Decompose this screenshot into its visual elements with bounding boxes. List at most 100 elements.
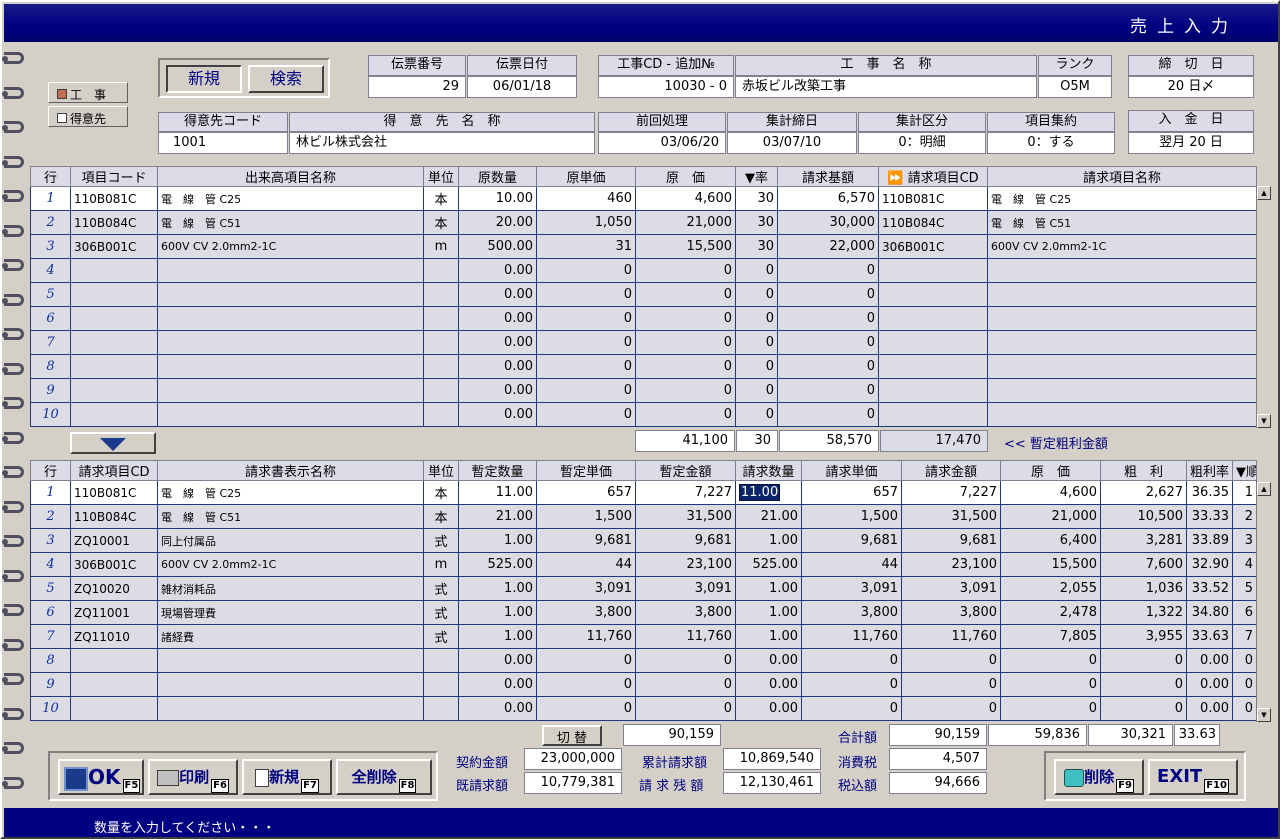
g2-cell[interactable]: 11,760	[801, 624, 902, 649]
g1-cell[interactable]: 0	[536, 330, 636, 355]
g1-cell[interactable]: 0	[635, 378, 736, 403]
g2-cell[interactable]: 306B001C	[70, 552, 158, 577]
g2-header[interactable]: 請求金額	[901, 460, 1001, 481]
g2-cell[interactable]: 式	[423, 600, 459, 625]
scroll-up-icon[interactable]: ▲	[1257, 186, 1271, 200]
g1-cell[interactable]: 31	[536, 234, 636, 259]
g2-cell[interactable]: 同上付属品	[157, 528, 424, 553]
g1-cell[interactable]: 0	[536, 258, 636, 283]
g2-header[interactable]: 行	[30, 460, 71, 481]
g1-cell[interactable]: 110B084C	[878, 210, 988, 235]
g2-cell[interactable]: 2,478	[1000, 600, 1101, 625]
g2-cell[interactable]: 0	[901, 648, 1001, 673]
g1-cell[interactable]: 30,000	[777, 210, 879, 235]
g1-cell[interactable]: 0	[777, 402, 879, 427]
g1-header[interactable]: 単位	[423, 166, 459, 187]
g2-cell[interactable]: 0	[536, 672, 636, 697]
g2-cell[interactable]: 33.33	[1186, 504, 1233, 529]
g1-cell[interactable]: 0.00	[458, 378, 537, 403]
g1-cell[interactable]	[987, 282, 1257, 307]
table-row[interactable]: 8 0.00 0 0 0.00 0 0 0 0 0.00 0	[30, 648, 1257, 673]
active-edit-cell[interactable]: 11.00	[739, 484, 781, 501]
g2-cell[interactable]: 0.00	[458, 672, 537, 697]
table-row[interactable]: 4 0.00 0 0 0 0	[30, 258, 1257, 283]
g1-cell[interactable]: 0	[536, 354, 636, 379]
delete-button[interactable]: 削除 F9	[1054, 759, 1144, 795]
g2-header[interactable]: 暫定金額	[635, 460, 736, 481]
g1-cell[interactable]: 本	[423, 186, 459, 211]
g2-cell[interactable]: 34.80	[1186, 600, 1233, 625]
g2-cell[interactable]: 0.00	[1186, 696, 1233, 721]
g2-cell[interactable]: 3,800	[635, 600, 736, 625]
g1-cell[interactable]	[987, 330, 1257, 355]
g2-cell[interactable]: 33.89	[1186, 528, 1233, 553]
g2-cell[interactable]: 2,627	[1100, 480, 1187, 505]
g1-cell[interactable]: 0	[777, 258, 879, 283]
g2-cell[interactable]: 0	[1100, 648, 1187, 673]
grid1-scrollbar[interactable]: ▲ ▼	[1256, 186, 1271, 428]
g1-cell[interactable]: 電 線 管 C25	[987, 186, 1257, 211]
g2-cell[interactable]	[157, 648, 424, 673]
shime-field[interactable]: 20 日〆	[1128, 76, 1254, 98]
g2-cell[interactable]: 0	[1100, 672, 1187, 697]
g1-cell[interactable]: 0.00	[458, 258, 537, 283]
table-row[interactable]: 7 0.00 0 0 0 0	[30, 330, 1257, 355]
search-button[interactable]: 検索	[248, 65, 324, 93]
g1-cell[interactable]: 0	[735, 306, 778, 331]
g2-header[interactable]: 請求書表示名称	[157, 460, 424, 481]
g2-cell[interactable]	[157, 696, 424, 721]
table-row[interactable]: 8 0.00 0 0 0 0	[30, 354, 1257, 379]
g2-cell[interactable]: 電 線 管 C25	[157, 480, 424, 505]
g2-header[interactable]: 暫定単価	[536, 460, 636, 481]
g1-cell[interactable]	[157, 402, 424, 427]
scroll-up-icon[interactable]: ▲	[1257, 482, 1271, 496]
g2-cell[interactable]: 0	[635, 648, 736, 673]
g1-header[interactable]: 原数量	[458, 166, 537, 187]
g2-cell[interactable]: 21.00	[458, 504, 537, 529]
g1-header[interactable]: ⏩ 請求項目CD	[878, 166, 988, 187]
g1-cell[interactable]: 0	[777, 378, 879, 403]
g2-cell[interactable]: 525.00	[458, 552, 537, 577]
g1-cell[interactable]	[423, 258, 459, 283]
tokui-cd-field[interactable]: 1001	[158, 132, 288, 154]
g1-header[interactable]: 請求項目名称	[987, 166, 1257, 187]
g1-cell[interactable]: 0.00	[458, 306, 537, 331]
g2-cell[interactable]: 33.63	[1186, 624, 1233, 649]
table-row[interactable]: 2 110B084C 電 線 管 C51 本 21.00 1,500 31,500 21.00…	[30, 504, 1257, 529]
g2-cell[interactable]: 雑材消耗品	[157, 576, 424, 601]
g2-cell[interactable]: 1.00	[735, 528, 802, 553]
g1-cell[interactable]	[157, 282, 424, 307]
g1-cell[interactable]: 電 線 管 C51	[987, 210, 1257, 235]
g1-cell[interactable]: 0	[536, 378, 636, 403]
g2-cell[interactable]: 3,800	[536, 600, 636, 625]
g2-header[interactable]: 請求項目CD	[70, 460, 158, 481]
g1-cell[interactable]	[423, 282, 459, 307]
g2-header[interactable]: 粗利率	[1186, 460, 1233, 481]
g2-cell[interactable]: 0	[536, 648, 636, 673]
g1-cell[interactable]	[878, 306, 988, 331]
g2-cell[interactable]: 31,500	[901, 504, 1001, 529]
g2-cell[interactable]: 1	[1232, 480, 1257, 505]
g2-cell[interactable]: 0	[1232, 672, 1257, 697]
g1-cell[interactable]: 110B081C	[878, 186, 988, 211]
g2-cell[interactable]: 11.00	[735, 480, 802, 505]
grid2-scrollbar[interactable]: ▲ ▼	[1256, 482, 1271, 722]
g2-cell[interactable]: 0	[901, 672, 1001, 697]
g2-cell[interactable]: 7,227	[635, 480, 736, 505]
g2-cell[interactable]: 0	[1000, 672, 1101, 697]
g1-header[interactable]: 請求基額	[777, 166, 879, 187]
g1-cell[interactable]: 15,500	[635, 234, 736, 259]
g2-cell[interactable]	[70, 672, 158, 697]
new-button[interactable]: 新規 F7	[242, 759, 332, 795]
g2-cell[interactable]: 657	[801, 480, 902, 505]
g2-cell[interactable]: 7	[1232, 624, 1257, 649]
g2-header[interactable]: 暫定数量	[458, 460, 537, 481]
g2-cell[interactable]: 0	[635, 672, 736, 697]
ok-button[interactable]: OK F5	[58, 759, 144, 795]
g2-cell[interactable]: 110B084C	[70, 504, 158, 529]
g1-cell[interactable]	[987, 354, 1257, 379]
g1-cell[interactable]: 0	[735, 354, 778, 379]
g2-cell[interactable]: 10,500	[1100, 504, 1187, 529]
g2-cell[interactable]: 0.00	[735, 648, 802, 673]
g1-cell[interactable]	[878, 378, 988, 403]
